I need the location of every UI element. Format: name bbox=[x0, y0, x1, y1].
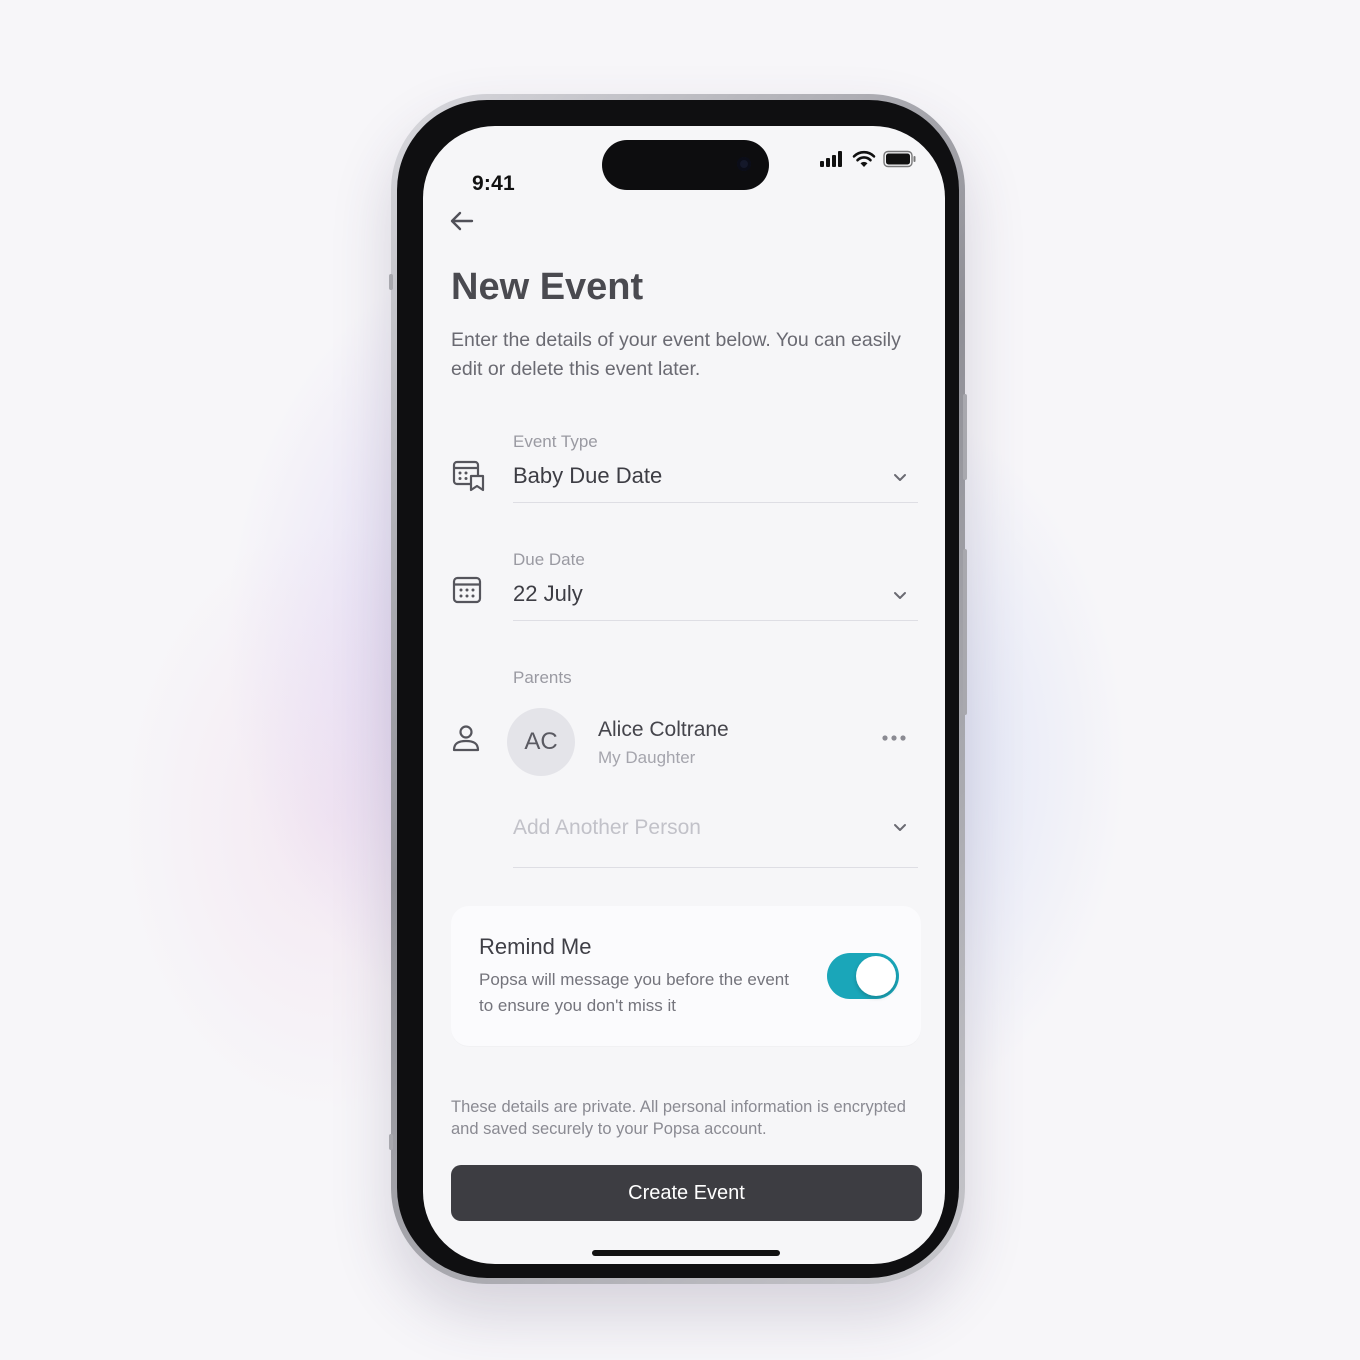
event-type-label: Event Type bbox=[513, 432, 598, 451]
privacy-note: These details are private. All personal … bbox=[451, 1098, 906, 1138]
phone-bezel: 9:41 New Event Enter the details of your… bbox=[397, 100, 959, 1278]
create-event-button[interactable]: Create Event bbox=[451, 1165, 922, 1221]
add-person-placeholder: Add Another Person bbox=[513, 816, 701, 839]
background-canvas: 9:41 New Event Enter the details of your… bbox=[0, 0, 1360, 1360]
phone-power-button bbox=[963, 394, 967, 480]
phone-side-button bbox=[389, 274, 393, 290]
back-arrow-icon[interactable] bbox=[447, 206, 477, 236]
event-type-value: Baby Due Date bbox=[513, 463, 663, 488]
remind-toggle[interactable] bbox=[827, 953, 899, 999]
remind-me-card: Remind Me Popsa will message you before … bbox=[451, 906, 921, 1046]
phone-frame: 9:41 New Event Enter the details of your… bbox=[389, 94, 967, 1284]
calendar-icon bbox=[452, 576, 482, 604]
wifi-icon bbox=[852, 150, 876, 167]
phone-power-button bbox=[963, 549, 967, 715]
chevron-down-icon[interactable] bbox=[891, 586, 909, 604]
page-subtitle: Enter the details of your event below. Y… bbox=[451, 329, 901, 380]
parent-relation: My Daughter bbox=[598, 748, 696, 767]
app-screen: 9:41 New Event Enter the details of your… bbox=[423, 126, 945, 1264]
page-title: New Event bbox=[451, 266, 644, 308]
field-divider bbox=[513, 620, 918, 621]
home-indicator bbox=[592, 1250, 780, 1256]
chevron-down-icon[interactable] bbox=[891, 468, 909, 486]
more-icon[interactable] bbox=[881, 730, 907, 746]
calendar-event-icon bbox=[452, 460, 485, 492]
avatar: AC bbox=[507, 708, 575, 776]
toggle-knob bbox=[856, 956, 896, 996]
remind-title: Remind Me bbox=[479, 934, 592, 959]
phone-side-button bbox=[389, 1134, 393, 1150]
avatar-initials: AC bbox=[524, 728, 558, 755]
due-date-value: 22 July bbox=[513, 581, 583, 606]
battery-icon bbox=[883, 150, 916, 168]
signal-icon bbox=[820, 151, 842, 167]
status-icons bbox=[819, 150, 917, 168]
field-divider bbox=[513, 502, 918, 503]
status-time: 9:41 bbox=[472, 172, 515, 195]
camera-icon bbox=[737, 157, 751, 171]
field-divider bbox=[513, 867, 918, 868]
dynamic-island bbox=[602, 140, 769, 190]
remind-description: Popsa will message you before the event … bbox=[479, 970, 789, 1015]
chevron-down-icon[interactable] bbox=[891, 818, 909, 836]
person-icon bbox=[452, 725, 480, 752]
parents-label: Parents bbox=[513, 668, 572, 687]
due-date-label: Due Date bbox=[513, 550, 585, 569]
parent-name: Alice Coltrane bbox=[598, 718, 729, 741]
